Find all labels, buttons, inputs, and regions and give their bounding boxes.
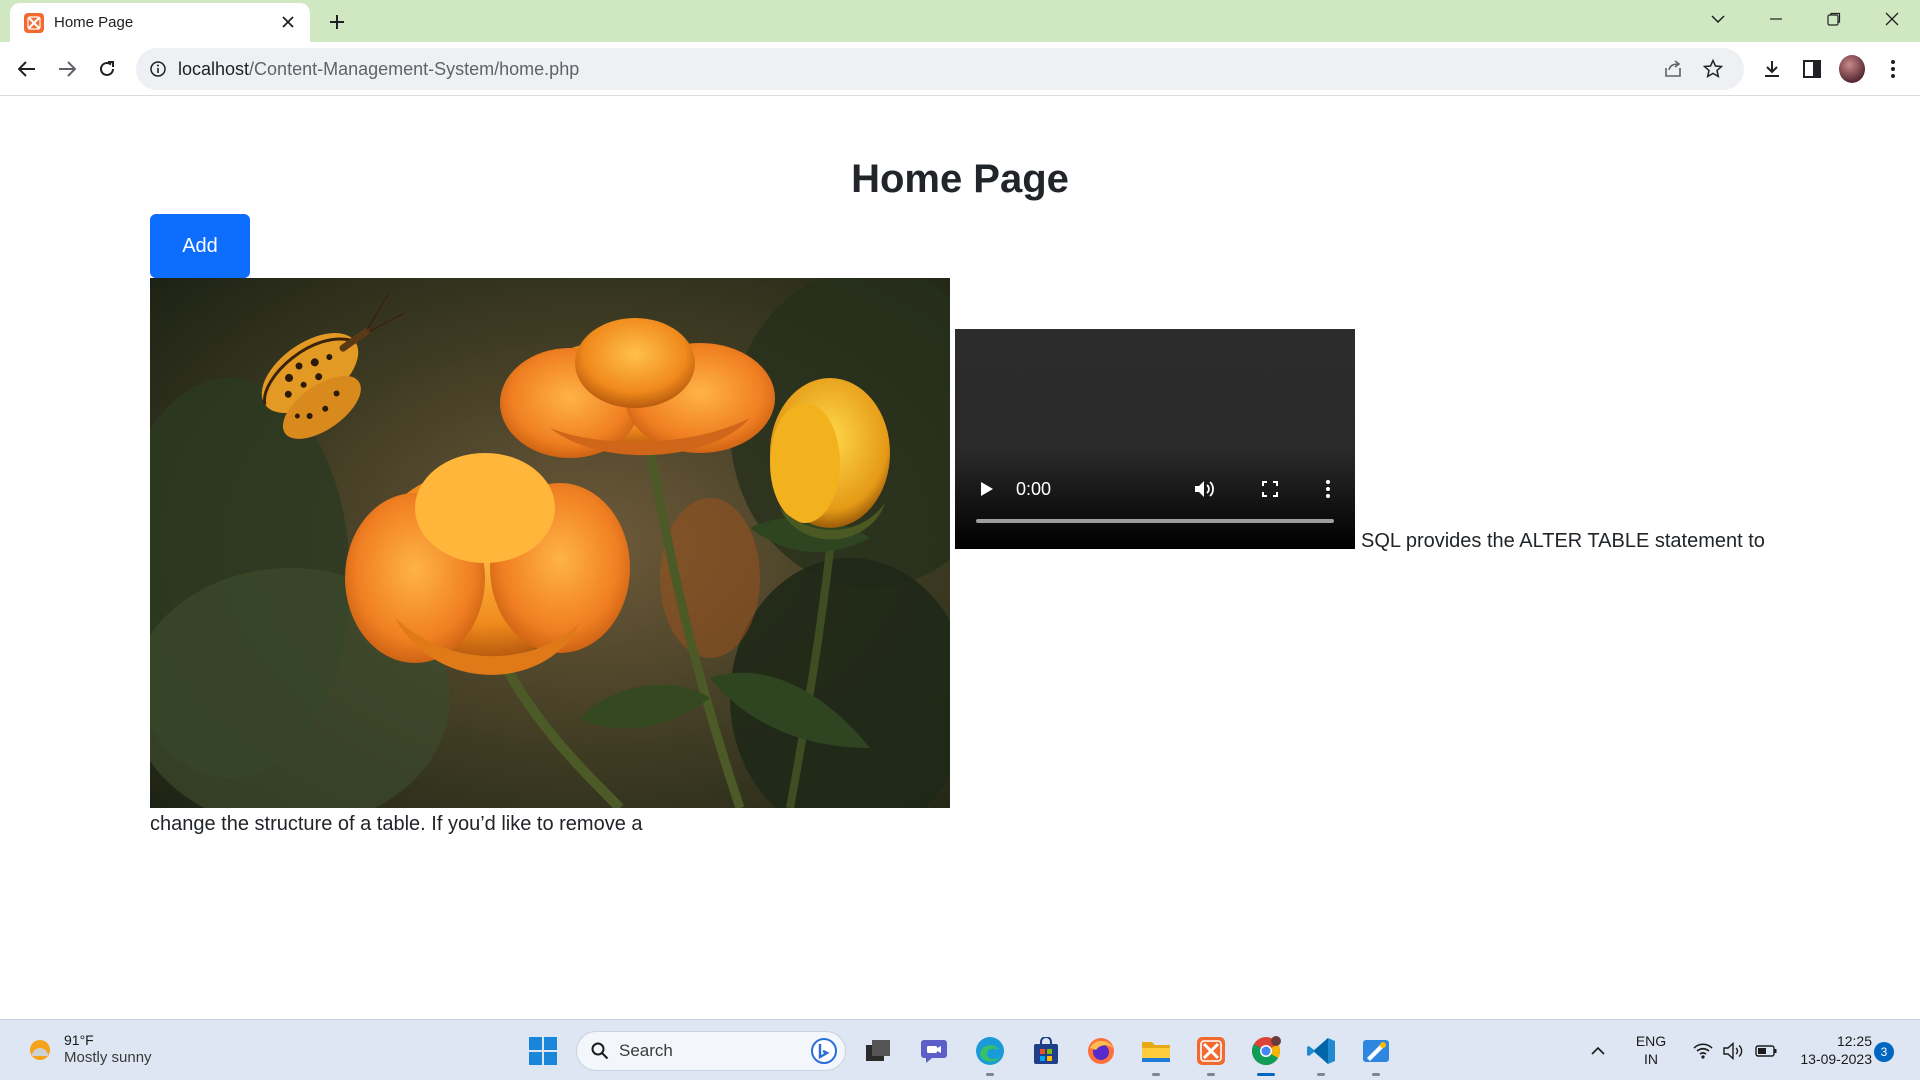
store-icon[interactable] bbox=[1027, 1032, 1065, 1070]
download-icon[interactable] bbox=[1759, 56, 1785, 82]
post-text-line1: SQL provides the ALTER TABLE statement t… bbox=[1361, 530, 1765, 552]
video-menu-icon[interactable] bbox=[1318, 479, 1338, 499]
video-player[interactable]: 0:00 bbox=[955, 329, 1355, 549]
video-time: 0:00 bbox=[1016, 479, 1052, 499]
language-line1: ENG bbox=[1635, 1033, 1667, 1049]
clock-time: 12:25 bbox=[1836, 1033, 1872, 1049]
running-indicator bbox=[1152, 1073, 1160, 1076]
back-button[interactable] bbox=[12, 54, 42, 84]
url-host: localhost bbox=[178, 58, 250, 79]
speaker-icon bbox=[1723, 1042, 1743, 1060]
wifi-icon bbox=[1693, 1043, 1713, 1059]
share-icon[interactable] bbox=[1662, 58, 1684, 80]
battery-icon bbox=[1755, 1045, 1777, 1057]
video-progress-bar[interactable] bbox=[976, 519, 1334, 523]
weather-temp: 91°F bbox=[64, 1032, 94, 1048]
bing-icon[interactable] bbox=[811, 1038, 837, 1064]
running-indicator bbox=[1317, 1073, 1325, 1076]
weather-sun-icon bbox=[30, 1039, 50, 1060]
weather-widget[interactable]: 91°F Mostly sunny bbox=[26, 1032, 152, 1067]
teams-chat-icon[interactable] bbox=[915, 1032, 953, 1070]
restore-icon bbox=[1827, 12, 1841, 26]
notification-badge[interactable]: 3 bbox=[1874, 1042, 1894, 1062]
weather-condition: Mostly sunny bbox=[64, 1049, 152, 1066]
paint-icon[interactable] bbox=[1357, 1032, 1395, 1076]
chevron-down-icon bbox=[1711, 15, 1725, 23]
add-button[interactable]: Add bbox=[150, 214, 250, 278]
clock-date: 13-09-2023 bbox=[1800, 1051, 1872, 1067]
play-icon[interactable] bbox=[977, 479, 997, 499]
web-page: Home Page Add 0:00 SQL provides the ALTE… bbox=[0, 97, 1920, 1019]
back-icon bbox=[18, 61, 35, 77]
search-icon bbox=[591, 1042, 609, 1060]
new-tab-button[interactable] bbox=[322, 7, 352, 37]
language-indicator[interactable]: ENG IN bbox=[1628, 1032, 1674, 1068]
profile-button[interactable] bbox=[1839, 55, 1865, 83]
close-tab-icon[interactable] bbox=[278, 12, 298, 33]
tab-search-button[interactable] bbox=[1690, 0, 1746, 38]
kebab-menu-icon[interactable] bbox=[1880, 56, 1906, 82]
taskbar-search[interactable]: Search bbox=[576, 1031, 846, 1071]
page-title: Home Page bbox=[851, 157, 1069, 201]
reload-icon bbox=[100, 61, 114, 76]
running-indicator bbox=[1207, 1073, 1215, 1076]
file-explorer-icon[interactable] bbox=[1137, 1032, 1175, 1076]
running-indicator bbox=[986, 1073, 994, 1076]
forward-icon bbox=[59, 61, 76, 77]
avatar bbox=[1839, 55, 1865, 83]
address-bar[interactable]: localhost/Content-Management-System/home… bbox=[136, 48, 1744, 90]
browser-tabstrip: Home Page bbox=[0, 0, 1920, 42]
tray-overflow-chevron-icon[interactable] bbox=[1583, 1032, 1613, 1070]
chrome-icon[interactable] bbox=[1247, 1032, 1285, 1076]
active-indicator bbox=[1257, 1073, 1275, 1076]
fullscreen-icon[interactable] bbox=[1260, 479, 1280, 499]
minimize-icon bbox=[1770, 18, 1782, 20]
task-view-icon[interactable] bbox=[859, 1032, 897, 1070]
xampp-icon bbox=[24, 12, 44, 33]
clock[interactable]: 12:25 13-09-2023 bbox=[1778, 1032, 1872, 1068]
firefox-icon[interactable] bbox=[1082, 1032, 1120, 1070]
tray-status-group[interactable] bbox=[1680, 1032, 1790, 1070]
close-icon bbox=[1885, 12, 1899, 26]
volume-icon[interactable] bbox=[1193, 477, 1217, 501]
vscode-icon[interactable] bbox=[1302, 1032, 1340, 1076]
search-label: Search bbox=[619, 1041, 673, 1060]
post-text-line2: change the structure of a table. If you’… bbox=[150, 813, 643, 835]
windows-taskbar: 91°F Mostly sunny Search ENG IN 12:25 13… bbox=[0, 1019, 1920, 1080]
reload-button[interactable] bbox=[92, 54, 122, 84]
browser-toolbar: localhost/Content-Management-System/home… bbox=[0, 42, 1920, 96]
close-window-button[interactable] bbox=[1864, 0, 1920, 38]
star-icon[interactable] bbox=[1702, 58, 1724, 80]
restore-button[interactable] bbox=[1806, 0, 1862, 38]
forward-button[interactable] bbox=[52, 54, 82, 84]
post-image-flowers-butterfly bbox=[150, 278, 950, 808]
windows-start-icon[interactable] bbox=[524, 1032, 562, 1070]
url-path: /Content-Management-System/home.php bbox=[249, 58, 580, 79]
running-indicator bbox=[1372, 1073, 1380, 1076]
tab-title: Home Page bbox=[54, 14, 134, 31]
tab-home-page[interactable]: Home Page bbox=[10, 3, 310, 42]
info-icon[interactable] bbox=[150, 61, 166, 77]
edge-icon[interactable] bbox=[971, 1032, 1009, 1076]
xampp-app-icon[interactable] bbox=[1192, 1032, 1230, 1076]
language-line2: IN bbox=[1644, 1051, 1658, 1067]
sidepanel-icon[interactable] bbox=[1799, 56, 1825, 82]
plus-icon bbox=[330, 15, 344, 29]
minimize-button[interactable] bbox=[1748, 0, 1804, 38]
